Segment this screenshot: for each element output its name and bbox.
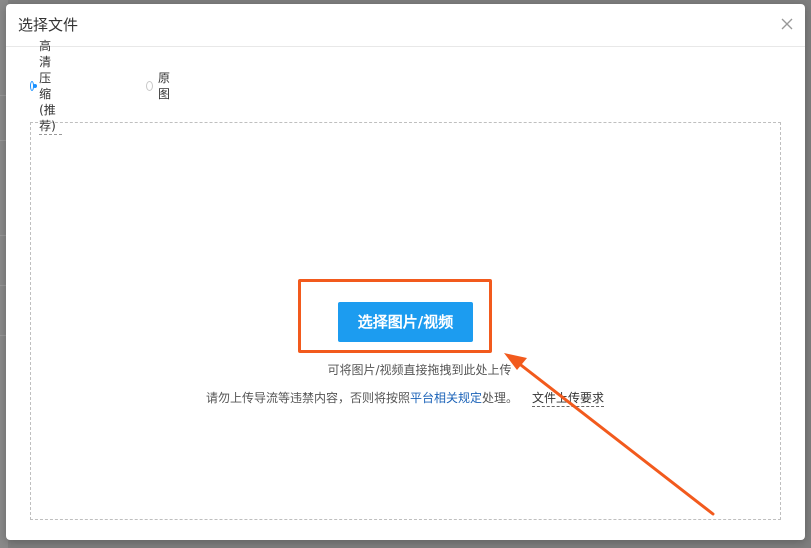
platform-rules-link[interactable]: 平台相关规定 [410, 391, 482, 405]
drag-upload-hint: 可将图片/视频直接拖拽到此处上传 [6, 362, 805, 378]
drag-upload-hint-text: 可将图片/视频直接拖拽到此处上传 [327, 363, 512, 377]
content-rules-hint: 请勿上传导流等违禁内容，否则将按照平台相关规定处理。 [206, 390, 518, 406]
radio-checked-icon[interactable] [30, 81, 38, 91]
radio-unchecked-icon[interactable] [146, 81, 153, 91]
dialog-header: 选择文件 [6, 4, 805, 47]
close-icon [781, 18, 793, 30]
close-button[interactable] [779, 16, 795, 32]
radio-hd-compress[interactable]: 高清压缩 (推荐) [30, 39, 62, 135]
select-image-video-button[interactable]: 选择图片/视频 [338, 302, 473, 342]
file-requirements-link[interactable]: 文件上传要求 [532, 390, 605, 407]
radio-original[interactable]: 原图 [146, 71, 173, 101]
radio-hd-compress-label: 高清压缩 (推荐) [39, 38, 62, 135]
rules-prefix-text: 请勿上传导流等违禁内容，否则将按照 [206, 391, 411, 405]
dialog-title: 选择文件 [18, 16, 79, 34]
select-file-dialog: 选择文件 高清压缩 (推荐) 原图 选择图片/视频 可将图片/视频直接拖拽到此处… [6, 4, 805, 540]
radio-original-label: 原图 [158, 71, 171, 101]
rules-suffix-text: 处理。 [482, 391, 519, 405]
